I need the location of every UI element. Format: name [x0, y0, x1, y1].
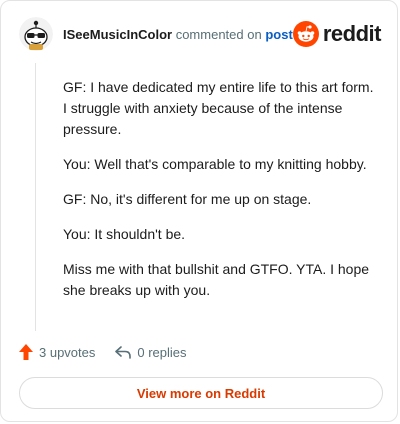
reply-button[interactable]: 0 replies	[115, 344, 187, 360]
comment-actions: 3 upvotes 0 replies	[19, 342, 187, 362]
reply-count: 0 replies	[137, 344, 187, 360]
action-text: commented on	[175, 27, 262, 42]
thread-line	[35, 63, 36, 331]
comment-paragraph: You: It shouldn't be.	[63, 226, 186, 242]
reddit-brand-logo[interactable]: reddit	[292, 20, 382, 48]
upvote-count: 3 upvotes	[39, 344, 96, 360]
reddit-snoo-logo-icon	[292, 21, 319, 47]
upvote-arrow-icon	[19, 344, 33, 360]
comment-paragraph: Miss me with that bullshit and GTFO. YTA…	[63, 261, 370, 298]
view-more-button[interactable]: View more on Reddit	[19, 377, 383, 409]
comment-meta: ISeeMusicInColor commented on post	[63, 27, 293, 42]
snoo-avatar-icon	[19, 17, 53, 51]
post-link[interactable]: post	[265, 27, 292, 42]
comment-paragraph: GF: No, it's different for me up on stag…	[63, 191, 312, 207]
comment-header: ISeeMusicInColor commented on post reddi…	[19, 17, 382, 51]
brand-wordmark: reddit	[322, 21, 382, 46]
user-avatar[interactable]	[19, 17, 53, 51]
reply-arrow-icon	[115, 346, 132, 359]
comment-paragraph: GF: I have dedicated my entire life to t…	[63, 79, 374, 137]
upvote-button[interactable]: 3 upvotes	[19, 344, 95, 360]
username-link[interactable]: ISeeMusicInColor	[63, 27, 172, 42]
comment-body: GF: I have dedicated my entire life to t…	[63, 77, 381, 315]
comment-paragraph: You: Well that's comparable to my knitti…	[63, 156, 367, 172]
comment-embed-card: ISeeMusicInColor commented on post reddi…	[0, 0, 398, 422]
